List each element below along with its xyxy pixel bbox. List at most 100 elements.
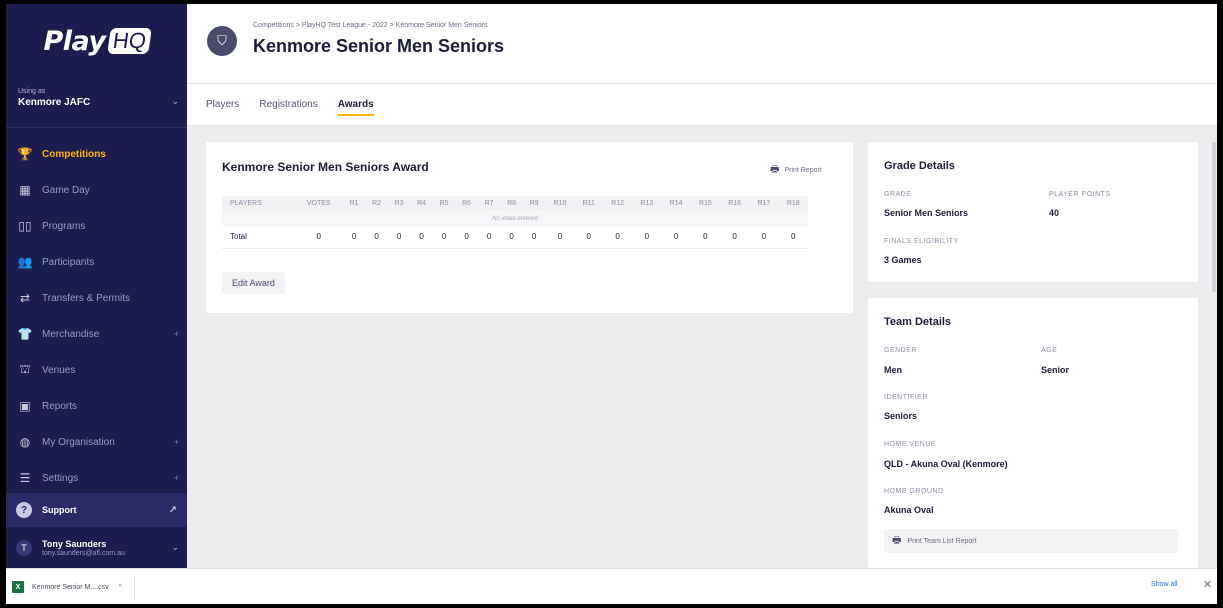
column-header: R6 xyxy=(455,196,478,211)
page-title: Kenmore Senior Men Seniors xyxy=(253,36,505,56)
total-cell: 0 xyxy=(294,226,343,249)
team-details-title: Team Details xyxy=(884,316,952,328)
tab-registrations[interactable]: Registrations xyxy=(259,93,317,116)
column-header: PLAYERS xyxy=(222,196,295,211)
sidebar-item-reports[interactable]: ▣ Reports xyxy=(6,388,187,424)
column-header: R17 xyxy=(749,196,779,211)
shirt-icon: 👕 xyxy=(17,327,33,341)
avatar: T xyxy=(16,540,32,556)
people-icon: 👥 xyxy=(17,255,33,269)
column-header: R15 xyxy=(690,196,720,211)
tab-awards[interactable]: Awards xyxy=(337,93,374,116)
printer-icon: 🖶 xyxy=(770,164,780,175)
identifier-value: Seniors xyxy=(884,411,918,421)
sidebar-item-game-day[interactable]: ▦ Game Day xyxy=(6,172,187,208)
page-header: ⛉ Competitions > PlayHQ Test League - 20… xyxy=(187,4,1217,84)
scrollbar-thumb[interactable] xyxy=(1212,142,1216,292)
printer-icon: 🖶 xyxy=(892,534,902,546)
column-header: R8 xyxy=(500,196,523,211)
column-header: R14 xyxy=(661,196,691,211)
empty-row: No votes entered xyxy=(222,211,808,226)
column-header: R18 xyxy=(778,196,808,211)
player-points-value: 40 xyxy=(1049,208,1060,218)
total-cell: 0 xyxy=(778,226,808,249)
column-header: R7 xyxy=(477,196,501,211)
sidebar-item-label: Settings xyxy=(42,472,79,484)
sidebar-item-label: My Organisation xyxy=(42,436,115,448)
total-cell: 0 xyxy=(500,226,523,249)
stadium-icon: ⛫ xyxy=(19,362,31,376)
column-header: R3 xyxy=(387,196,411,211)
column-header: R11 xyxy=(574,196,603,211)
user-name: Tony Saunders xyxy=(42,539,107,549)
sidebar-item-transfers-permits[interactable]: ⇄ Transfers & Permits xyxy=(6,280,187,316)
column-header: R16 xyxy=(720,196,750,211)
total-cell: 0 xyxy=(749,226,779,249)
chevron-down-icon: ⌄ xyxy=(171,96,179,106)
sidebar-item-programs[interactable]: ▯▯ Programs xyxy=(6,208,187,244)
gender-value: Men xyxy=(884,365,902,375)
user-menu[interactable]: T Tony Saunders tony.saunders@afl.com.au… xyxy=(6,528,187,568)
column-header: R4 xyxy=(410,196,433,211)
print-report-button[interactable]: 🖶 Print Report xyxy=(770,162,822,179)
sidebar-item-label: Competitions xyxy=(42,148,106,160)
globe-icon: ◍ xyxy=(19,435,31,449)
column-header: R12 xyxy=(602,196,633,211)
player-points-label: PLAYER POINTS xyxy=(1049,191,1111,198)
chevron-down-icon: ⌄ xyxy=(171,542,179,552)
home-venue-value: QLD - Akuna Oval (Kenmore) xyxy=(884,459,1008,469)
sidebar-item-competitions[interactable]: 🏆 Competitions xyxy=(6,136,187,172)
age-value: Senior xyxy=(1041,365,1070,375)
home-venue-label: HOME VENUE xyxy=(884,441,937,448)
total-row: Total 0 0 0 0 0 0 0 0 0 0 0 0 0 0 0 0 0 0 0 xyxy=(222,226,808,249)
sidebar-item-label: Reports xyxy=(42,400,78,412)
show-all-downloads-button[interactable]: Show all xyxy=(1151,581,1177,588)
expand-plus-icon[interactable]: + xyxy=(174,473,179,483)
support-link[interactable]: ? Support ↗ xyxy=(6,493,187,527)
gender-label: GENDER xyxy=(884,347,917,354)
total-cell: 0 xyxy=(574,226,603,249)
edit-award-button[interactable]: Edit Award xyxy=(222,272,285,294)
total-cell: 0 xyxy=(720,226,750,249)
download-item[interactable]: X Kenmore Senior M....csv ^ xyxy=(12,575,135,599)
download-file-name: Kenmore Senior M....csv xyxy=(32,583,109,591)
close-icon[interactable]: ✕ xyxy=(1203,578,1212,591)
age-label: AGE xyxy=(1041,347,1058,354)
sidebar-item-merchandise[interactable]: 👕 Merchandise + xyxy=(6,316,187,352)
home-ground-value: Akuna Oval xyxy=(884,505,934,515)
excel-file-icon: X xyxy=(12,581,24,593)
column-header: VOTES xyxy=(294,196,343,211)
grade-details-title: Grade Details xyxy=(884,160,955,172)
total-cell: 0 xyxy=(455,226,478,249)
sidebar-item-venues[interactable]: ⛫ Venues xyxy=(6,352,187,388)
playhq-logo[interactable]: Play HQ xyxy=(6,4,187,78)
user-email: tony.saunders@afl.com.au xyxy=(42,550,125,557)
support-label: Support xyxy=(42,505,77,515)
scoreboard-icon: ▦ xyxy=(19,183,31,197)
grade-value: Senior Men Seniors xyxy=(884,208,969,218)
page-scrollbar[interactable] xyxy=(1211,134,1217,568)
report-icon: ▣ xyxy=(19,399,31,413)
home-ground-label: HOME GROUND xyxy=(884,488,944,495)
sidebar-item-settings[interactable]: ☰ Settings + xyxy=(6,460,187,496)
sidebar-item-participants[interactable]: 👥 Participants xyxy=(6,244,187,280)
tab-players[interactable]: Players xyxy=(206,93,239,116)
column-header: R10 xyxy=(545,196,575,211)
column-header: R13 xyxy=(632,196,662,211)
column-header: R1 xyxy=(342,196,366,211)
sidebar-item-my-organisation[interactable]: ◍ My Organisation + xyxy=(6,424,187,460)
breadcrumb[interactable]: Competitions > PlayHQ Test League - 2022… xyxy=(253,22,488,29)
chevron-up-icon[interactable]: ^ xyxy=(119,584,122,591)
logo-badge: HQ xyxy=(106,28,152,54)
print-team-list-button[interactable]: 🖶 Print Team List Report xyxy=(884,529,1178,553)
total-cell: 0 xyxy=(410,226,433,249)
expand-plus-icon[interactable]: + xyxy=(174,329,179,339)
sidebar-item-label: Transfers & Permits xyxy=(42,292,130,304)
sidebar-nav: 🏆 Competitions ▦ Game Day ▯▯ Programs 👥 Partici… xyxy=(6,128,187,496)
competition-icon: ⛉ xyxy=(207,26,237,56)
expand-plus-icon[interactable]: + xyxy=(174,437,179,447)
team-details-card: Team Details GENDER Men AGE Senior IDENT… xyxy=(868,298,1198,568)
tab-bar: Players Registrations Awards xyxy=(187,84,1217,126)
no-votes-message: No votes entered xyxy=(222,211,808,226)
organisation-switcher[interactable]: Using as Kenmore JAFC ⌄ xyxy=(6,78,187,128)
